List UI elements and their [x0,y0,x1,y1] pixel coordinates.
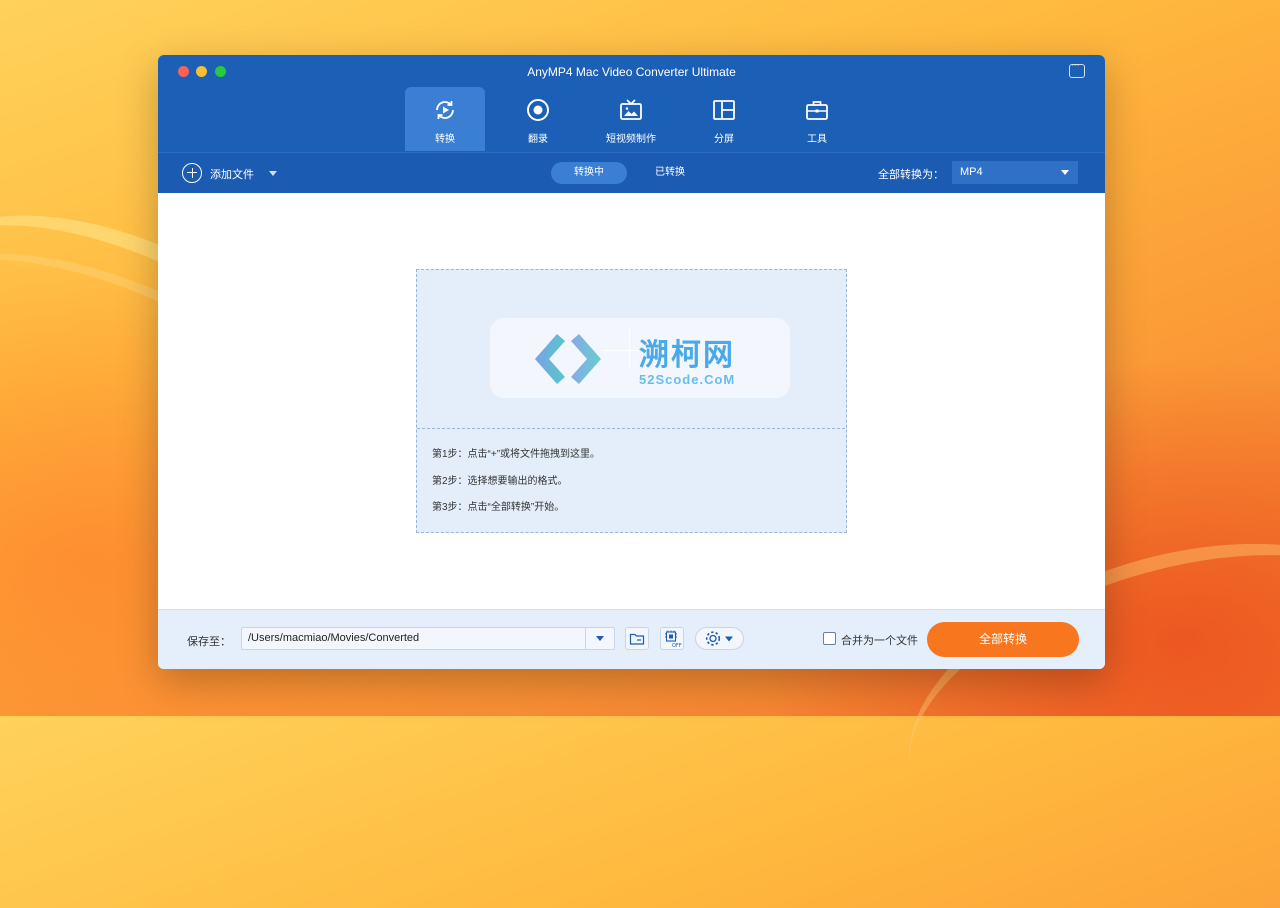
chip-icon: OFF [665,630,682,649]
record-disc-icon [527,99,549,121]
footer-bar: 保存至： /Users/macmiao/Movies/Converted OFF [158,609,1105,669]
output-path-field[interactable]: /Users/macmiao/Movies/Converted [241,627,585,650]
feedback-icon[interactable] [1069,59,1085,78]
add-file-button[interactable]: 添加文件 [210,166,254,182]
tab-tools[interactable]: 工具 [777,87,857,151]
output-path-dropdown[interactable] [585,627,615,650]
main-tabs: 转换 翻录 短视频制作 分屏 工具 [405,87,870,152]
watermark-logo-subtext: 52Scode.CoM [639,372,736,387]
split-screen-icon [713,100,735,120]
watermark-cross [602,350,642,351]
toolbox-icon [806,101,828,120]
hw-off-badge: OFF [672,643,682,649]
hardware-acceleration-button[interactable]: OFF [660,627,684,650]
drop-zone-top: 溯柯网 52Scode.CoM [417,270,845,429]
add-file-dropdown[interactable] [269,171,277,176]
instruction-step: 第3步：点击“全部转换”开始。 [432,502,565,513]
tab-label: 短视频制作 [606,134,656,145]
watermark-brackets-icon [535,334,601,384]
segment-converting[interactable]: 转换中 [551,162,627,184]
watermark-logo-text: 溯柯网 [639,338,735,373]
chevron-down-icon [1061,170,1069,175]
segment-converted[interactable]: 已转换 [640,162,700,184]
tab-record[interactable]: 翻录 [498,87,578,151]
add-file-icon[interactable] [182,163,202,183]
output-format-value: MP4 [960,166,983,178]
app-window: AnyMP4 Mac Video Converter Ultimate 转换 [158,55,1105,669]
tab-label: 转换 [435,134,455,145]
tv-icon [620,99,642,120]
open-folder-button[interactable] [625,627,649,650]
settings-button[interactable] [695,627,744,650]
convert-icon [436,101,454,119]
instructions: 第1步：点击“+”或将文件拖拽到这里。 第2步：选择想要输出的格式。 第3步：点… [432,445,600,525]
gear-icon [705,631,733,646]
app-title: AnyMP4 Mac Video Converter Ultimate [527,65,736,79]
toolbar: 添加文件 转换中 已转换 全部转换为： MP4 [158,152,1105,194]
merge-label[interactable]: 合并为一个文件 [841,632,918,648]
convert-all-to-label: 全部转换为： [878,169,944,181]
watermark-cross [629,328,630,368]
file-drop-zone[interactable]: 溯柯网 52Scode.CoM 第1步：点击“+”或将文件拖拽到这里。 第2步：… [416,269,847,533]
main-content: 溯柯网 52Scode.CoM 第1步：点击“+”或将文件拖拽到这里。 第2步：… [158,193,1105,609]
tab-split-screen[interactable]: 分屏 [684,87,764,151]
save-to-label: 保存至： [187,636,231,648]
folder-icon [629,633,645,645]
tab-label: 翻录 [528,134,548,145]
merge-checkbox[interactable] [823,632,836,645]
tab-label: 工具 [807,134,827,145]
title-bar: AnyMP4 Mac Video Converter Ultimate 转换 [158,55,1105,152]
instruction-step: 第2步：选择想要输出的格式。 [432,475,568,487]
instruction-step: 第1步：点击“+”或将文件拖拽到这里。 [432,449,601,460]
convert-all-button[interactable]: 全部转换 [927,622,1079,657]
tab-short-video[interactable]: 短视频制作 [591,87,671,151]
output-format-select[interactable]: MP4 [952,161,1078,184]
tab-convert[interactable]: 转换 [405,87,485,151]
tab-label: 分屏 [714,134,734,145]
